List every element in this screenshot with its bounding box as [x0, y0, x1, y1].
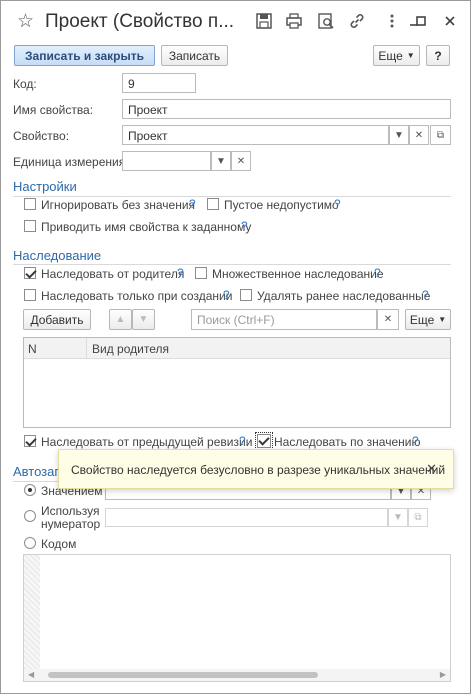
move-up-icon[interactable]: ▲: [109, 309, 132, 330]
numerator-open-icon[interactable]: ⧉: [408, 508, 428, 527]
numerator-dropdown-icon[interactable]: ▼: [388, 508, 408, 527]
inherit-by-value-label: Наследовать по значению: [274, 435, 421, 449]
move-down-icon[interactable]: ▼: [132, 309, 155, 330]
save-button[interactable]: Записать: [161, 45, 228, 66]
scrollbar-thumb[interactable]: [48, 672, 318, 678]
unit-dropdown-icon[interactable]: ▼: [211, 151, 231, 171]
save-and-close-button[interactable]: Записать и закрыть: [14, 45, 155, 66]
coerce-name-label: Приводить имя свойства к заданному: [41, 220, 252, 234]
more-icon[interactable]: [383, 12, 401, 30]
inheritance-section-title: Наследование: [13, 248, 102, 263]
inherit-by-value-help-icon[interactable]: ?: [412, 434, 419, 448]
property-label: Свойство:: [13, 129, 70, 143]
multiple-inheritance-help-icon[interactable]: ?: [374, 266, 381, 280]
settings-divider: [13, 196, 451, 197]
add-button[interactable]: Добавить: [23, 309, 91, 330]
settings-section-title: Настройки: [13, 179, 77, 194]
tooltip-text: Свойство наследуется безусловно в разрез…: [71, 463, 446, 477]
inherit-prev-revision-label: Наследовать от предыдущей ревизии: [41, 435, 253, 449]
autofill-by-value-radio[interactable]: [24, 484, 36, 496]
inherit-prev-revision-help-icon[interactable]: ?: [239, 434, 246, 448]
empty-invalid-help-icon[interactable]: ?: [334, 197, 341, 211]
unit-label: Единица измерения:: [13, 155, 129, 169]
search-clear-icon[interactable]: ✕: [377, 309, 399, 330]
autofill-by-numerator-label-2: нумератор: [41, 517, 101, 531]
unit-field[interactable]: [122, 151, 211, 171]
delete-previous-checkbox[interactable]: [240, 289, 252, 301]
table-more-label: Еще: [409, 312, 435, 327]
coerce-name-help-icon[interactable]: ?: [241, 219, 248, 233]
ignore-empty-help-icon[interactable]: ?: [189, 197, 196, 211]
more-label: Еще: [378, 48, 403, 63]
unit-clear-icon[interactable]: ✕: [231, 151, 251, 171]
close-icon[interactable]: [441, 12, 459, 30]
delete-previous-label: Удалять ранее наследованные: [257, 289, 431, 303]
table-more-button[interactable]: Еще ▼: [405, 309, 451, 330]
only-on-create-help-icon[interactable]: ?: [223, 288, 230, 302]
autofill-section-title: Автозап: [13, 464, 62, 479]
property-name-label: Имя свойства:: [13, 103, 94, 117]
coerce-name-checkbox[interactable]: [24, 220, 36, 232]
only-on-create-checkbox[interactable]: [24, 289, 36, 301]
window-title: Проект (Свойство п...: [45, 11, 235, 32]
property-clear-icon[interactable]: ✕: [409, 125, 429, 145]
autofill-text-area[interactable]: ◀ ▶: [23, 554, 451, 682]
table-header: N Вид родителя: [24, 338, 450, 359]
save-icon[interactable]: [255, 12, 273, 30]
inherit-parent-help-icon[interactable]: ?: [177, 266, 184, 280]
inherit-prev-revision-checkbox[interactable]: [24, 435, 36, 447]
ignore-empty-checkbox[interactable]: [24, 198, 36, 210]
code-label: Код:: [13, 77, 37, 91]
scroll-left-icon[interactable]: ◀: [28, 670, 34, 679]
property-dropdown-icon[interactable]: ▼: [389, 125, 409, 145]
preview-icon[interactable]: [317, 12, 335, 30]
inherit-by-value-checkbox[interactable]: [255, 432, 273, 450]
empty-invalid-checkbox[interactable]: [207, 198, 219, 210]
multiple-inheritance-checkbox[interactable]: [195, 267, 207, 279]
link-icon[interactable]: [348, 12, 366, 30]
autofill-by-numerator-radio[interactable]: [24, 510, 36, 522]
autofill-by-code-label: Кодом: [41, 537, 77, 551]
only-on-create-label: Наследовать только при создании: [41, 289, 233, 303]
empty-invalid-label: Пустое недопустимо: [224, 198, 339, 212]
column-header-n[interactable]: N: [28, 342, 37, 356]
property-name-field[interactable]: Проект: [122, 99, 451, 119]
autofill-by-code-radio[interactable]: [24, 537, 36, 549]
text-area-gutter: [24, 555, 40, 669]
parent-kinds-table[interactable]: N Вид родителя: [23, 337, 451, 428]
more-menu-button[interactable]: Еще ▼: [373, 45, 420, 66]
code-field[interactable]: 9: [122, 73, 196, 93]
maximize-icon[interactable]: [412, 12, 430, 30]
help-button[interactable]: ?: [426, 45, 450, 66]
property-open-icon[interactable]: ⧉: [430, 125, 451, 145]
horizontal-scrollbar[interactable]: ◀ ▶: [24, 669, 450, 681]
inheritance-divider: [13, 264, 451, 265]
inherit-by-value-tooltip: Свойство наследуется безусловно в разрез…: [58, 449, 454, 489]
chevron-down-icon: ▼: [438, 315, 447, 324]
ignore-empty-label: Игнорировать без значения: [41, 198, 196, 212]
print-icon[interactable]: [285, 12, 303, 30]
scroll-right-icon[interactable]: ▶: [440, 670, 446, 679]
column-header-parent-kind[interactable]: Вид родителя: [92, 342, 169, 356]
inherit-parent-label: Наследовать от родителя: [41, 267, 185, 281]
chevron-down-icon: ▼: [406, 51, 415, 60]
search-input[interactable]: Поиск (Ctrl+F): [191, 309, 377, 330]
title-bar: ☆ Проект (Свойство п...: [1, 1, 470, 41]
multiple-inheritance-label: Множественное наследование: [212, 267, 384, 281]
property-form-window: ☆ Проект (Свойство п... Записать и закры…: [0, 0, 471, 694]
delete-previous-help-icon[interactable]: ?: [422, 288, 429, 302]
numerator-field[interactable]: [105, 508, 388, 527]
inherit-parent-checkbox[interactable]: [24, 267, 36, 279]
column-divider: [86, 338, 87, 358]
property-field[interactable]: Проект: [122, 125, 389, 145]
autofill-by-numerator-label-1: Используя: [41, 504, 100, 518]
tooltip-close-icon[interactable]: ✕: [426, 461, 437, 477]
star-icon[interactable]: ☆: [17, 10, 34, 33]
